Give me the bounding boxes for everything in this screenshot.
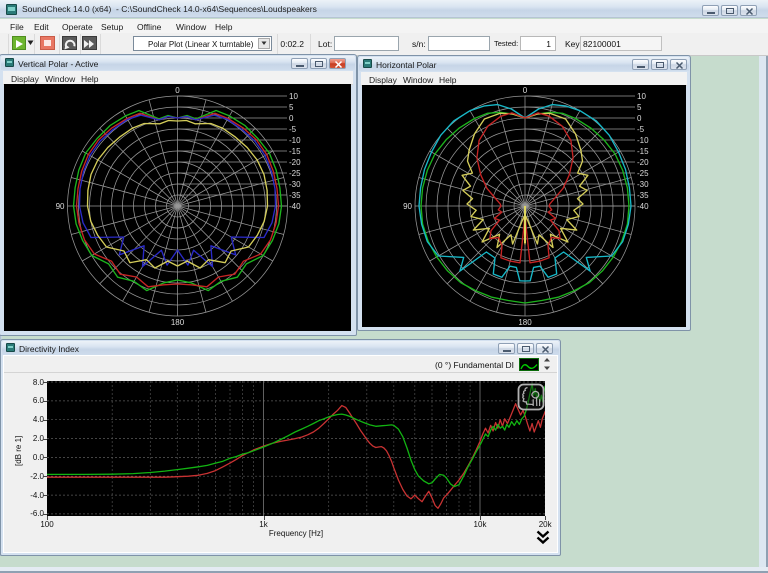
svg-text:0: 0: [523, 86, 528, 95]
svg-text:-10: -10: [637, 136, 649, 145]
svg-text:-15: -15: [637, 147, 649, 156]
svg-text:-40: -40: [637, 202, 649, 211]
svg-text:-20: -20: [289, 158, 301, 167]
svg-text:0: 0: [637, 114, 642, 123]
svg-text:5: 5: [289, 103, 294, 112]
svg-text:-25: -25: [637, 169, 649, 178]
svg-text:-25: -25: [289, 169, 301, 178]
svg-text:-35: -35: [637, 191, 649, 200]
svg-text:-40: -40: [289, 202, 301, 211]
svg-text:-10: -10: [289, 136, 301, 145]
svg-text:5: 5: [637, 103, 642, 112]
svg-text:-30: -30: [637, 180, 649, 189]
svg-text:0: 0: [289, 114, 294, 123]
svg-text:0: 0: [175, 86, 180, 95]
svg-text:-5: -5: [637, 125, 645, 134]
svg-text:10: 10: [289, 92, 298, 101]
svg-text:-15: -15: [289, 147, 301, 156]
svg-text:90: 90: [56, 202, 65, 211]
svg-text:-5: -5: [289, 125, 297, 134]
svg-text:-35: -35: [289, 191, 301, 200]
svg-text:-20: -20: [637, 158, 649, 167]
svg-text:180: 180: [171, 318, 185, 327]
svg-text:10: 10: [637, 92, 646, 101]
svg-text:180: 180: [518, 318, 532, 327]
svg-text:90: 90: [403, 202, 412, 211]
svg-text:-30: -30: [289, 180, 301, 189]
